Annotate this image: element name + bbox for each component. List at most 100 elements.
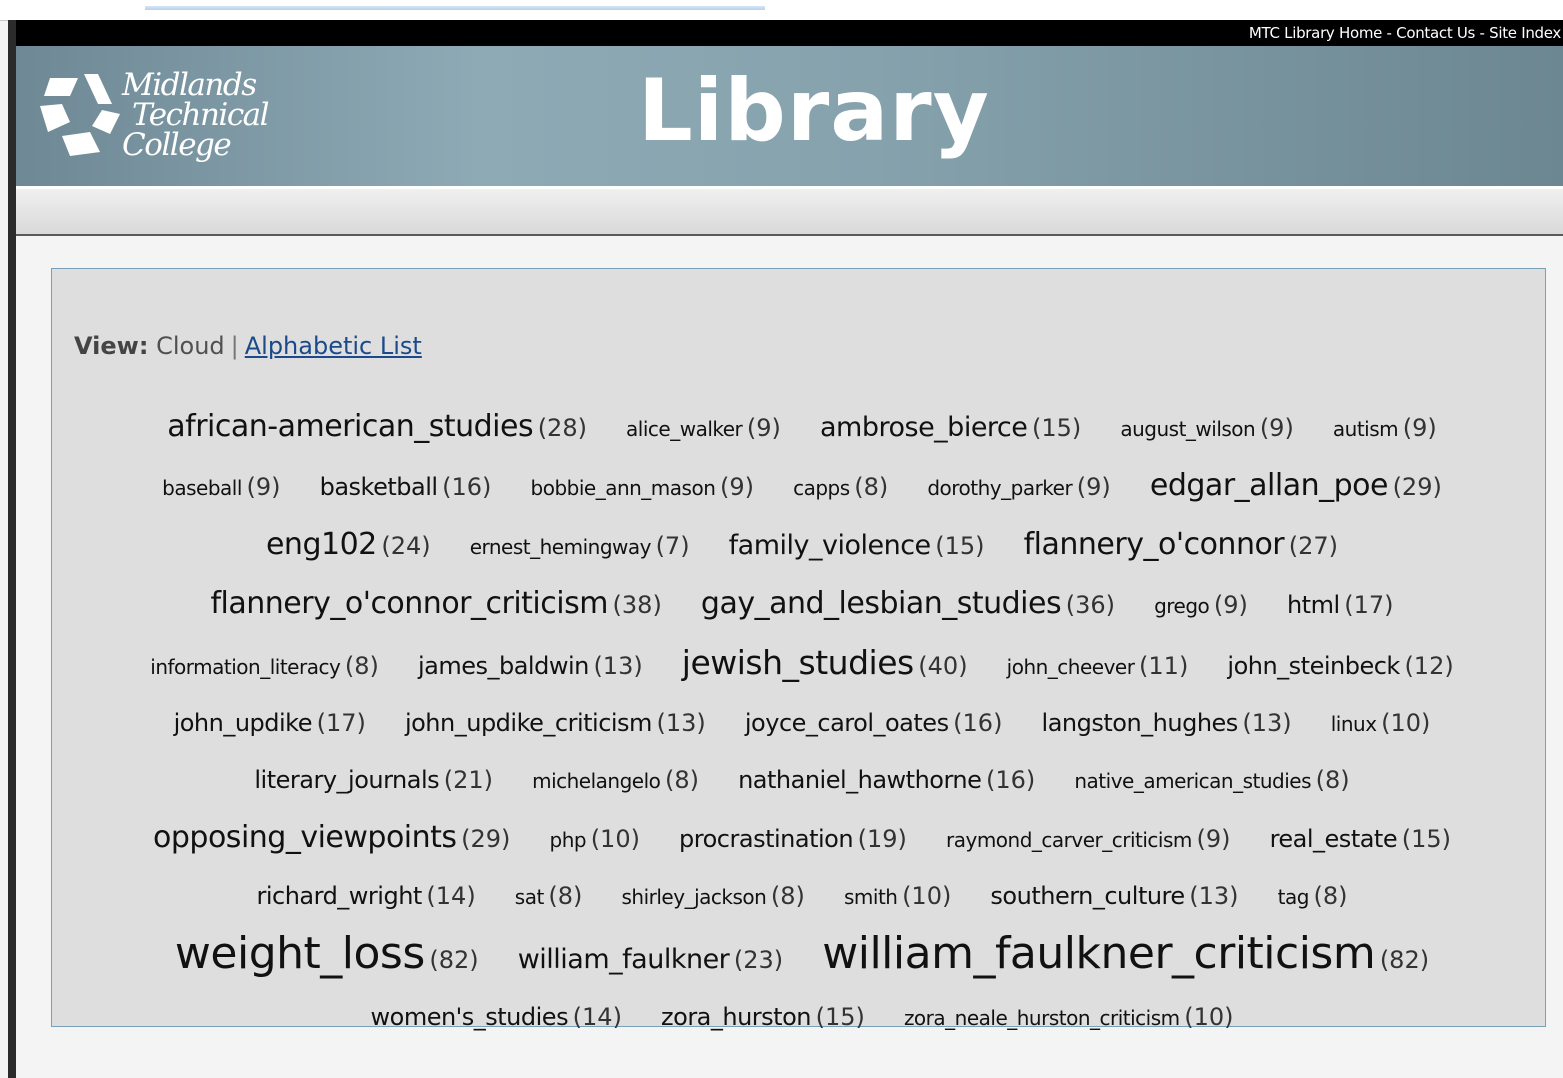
tag-name-link[interactable]: alice_walker — [626, 417, 743, 441]
college-logo-text[interactable]: Midlands Technical College — [122, 70, 270, 161]
tag-name-link[interactable]: nathaniel_hawthorne — [738, 766, 982, 794]
tag-cloud-item[interactable]: procrastination (19) — [679, 812, 907, 869]
tag-name-link[interactable]: august_wilson — [1120, 417, 1255, 441]
tag-cloud-item[interactable]: ambrose_bierce (15) — [820, 400, 1081, 458]
tag-name-link[interactable]: william_faulkner — [518, 944, 730, 975]
tag-cloud-item[interactable]: real_estate (15) — [1270, 812, 1451, 869]
tag-cloud-item[interactable]: information_literacy (8) — [150, 639, 379, 696]
tag-name-link[interactable]: php — [550, 828, 587, 852]
tag-name-link[interactable]: dorothy_parker — [927, 476, 1072, 500]
tag-name-link[interactable]: richard_wright — [256, 882, 422, 910]
tag-cloud-item[interactable]: linux (10) — [1331, 696, 1431, 753]
tag-cloud-item[interactable]: william_faulkner_criticism (82) — [822, 926, 1429, 990]
tag-cloud-item[interactable]: alice_walker (9) — [626, 401, 781, 458]
tag-name-link[interactable]: african-american_studies — [167, 409, 533, 444]
tag-cloud-item[interactable]: smith (10) — [844, 869, 951, 926]
tag-cloud-item[interactable]: john_steinbeck (12) — [1227, 639, 1453, 696]
tag-cloud-item[interactable]: jewish_studies (40) — [682, 635, 968, 696]
tag-cloud-item[interactable]: literary_journals (21) — [254, 753, 493, 810]
tag-name-link[interactable]: joyce_carol_oates — [745, 709, 949, 737]
tag-name-link[interactable]: james_baldwin — [418, 652, 589, 680]
tag-name-link[interactable]: southern_culture — [990, 882, 1185, 910]
tag-name-link[interactable]: john_steinbeck — [1227, 652, 1400, 680]
tag-cloud-item[interactable]: sat (8) — [515, 869, 583, 926]
tag-name-link[interactable]: family_violence — [729, 530, 932, 561]
tag-cloud-item[interactable]: grego (9) — [1154, 578, 1248, 635]
tag-cloud-item[interactable]: nathaniel_hawthorne (16) — [738, 753, 1035, 810]
tag-cloud-item[interactable]: zora_hurston (15) — [661, 990, 865, 1047]
tag-cloud-item[interactable]: michelangelo (8) — [532, 753, 699, 810]
active-tab-hint[interactable] — [145, 6, 765, 10]
tag-cloud-item[interactable]: shirley_jackson (8) — [622, 869, 805, 926]
tag-cloud-item[interactable]: dorothy_parker (9) — [927, 460, 1110, 517]
tag-cloud-item[interactable]: weight_loss (82) — [175, 926, 479, 990]
tag-name-link[interactable]: ernest_hemingway — [470, 535, 652, 559]
tag-cloud-item[interactable]: native_american_studies (8) — [1074, 753, 1349, 810]
tag-cloud-item[interactable]: john_updike_criticism (13) — [405, 696, 706, 753]
tag-cloud-item[interactable]: richard_wright (14) — [256, 869, 475, 926]
tag-cloud-item[interactable]: basketball (16) — [320, 460, 492, 517]
tag-name-link[interactable]: women's_studies — [371, 1003, 569, 1031]
tag-cloud-item[interactable]: langston_hughes (13) — [1042, 696, 1292, 753]
tag-cloud-item[interactable]: gay_and_lesbian_studies (36) — [701, 576, 1115, 635]
tag-name-link[interactable]: bobbie_ann_mason — [531, 476, 716, 500]
tag-name-link[interactable]: john_updike_criticism — [405, 709, 652, 737]
tag-cloud-item[interactable]: ernest_hemingway (7) — [470, 519, 690, 576]
tag-cloud-item[interactable]: flannery_o'connor_criticism (38) — [210, 576, 661, 635]
tag-name-link[interactable]: zora_neale_hurston_criticism — [904, 1006, 1180, 1030]
tag-cloud-item[interactable]: bobbie_ann_mason (9) — [531, 460, 754, 517]
tag-name-link[interactable]: langston_hughes — [1042, 709, 1239, 737]
tag-name-link[interactable]: william_faulkner_criticism — [822, 928, 1375, 979]
tag-cloud-item[interactable]: opposing_viewpoints (29) — [153, 810, 510, 869]
tag-cloud-item[interactable]: tag (8) — [1278, 869, 1348, 926]
tag-cloud-item[interactable]: raymond_carver_criticism (9) — [946, 812, 1230, 869]
tag-cloud-item[interactable]: zora_neale_hurston_criticism (10) — [904, 990, 1234, 1047]
tag-name-link[interactable]: grego — [1154, 594, 1210, 618]
tag-cloud-item[interactable]: edgar_allan_poe (29) — [1150, 458, 1442, 517]
tag-name-link[interactable]: sat — [515, 885, 545, 909]
college-logo-icon[interactable] — [40, 74, 124, 156]
contact-us-link[interactable]: Contact Us — [1396, 24, 1475, 42]
tag-name-link[interactable]: raymond_carver_criticism — [946, 828, 1192, 852]
site-index-link[interactable]: Site Index — [1489, 24, 1561, 42]
tag-cloud-item[interactable]: african-american_studies (28) — [167, 399, 587, 458]
library-home-link[interactable]: MTC Library Home — [1249, 24, 1382, 42]
tag-cloud-item[interactable]: flannery_o'connor (27) — [1024, 517, 1338, 576]
alphabetic-list-link[interactable]: Alphabetic List — [245, 332, 422, 360]
tag-cloud-item[interactable]: james_baldwin (13) — [418, 639, 643, 696]
tag-name-link[interactable]: autism — [1333, 417, 1399, 441]
tag-cloud-item[interactable]: william_faulkner (23) — [518, 932, 783, 990]
tag-name-link[interactable]: flannery_o'connor_criticism — [210, 586, 608, 621]
tag-name-link[interactable]: native_american_studies — [1074, 769, 1311, 793]
tag-cloud-item[interactable]: women's_studies (14) — [371, 990, 622, 1047]
tag-name-link[interactable]: shirley_jackson — [622, 885, 767, 909]
tag-name-link[interactable]: linux — [1331, 712, 1377, 736]
tag-name-link[interactable]: capps — [793, 476, 850, 500]
tag-cloud-item[interactable]: php (10) — [550, 812, 640, 869]
tag-cloud-item[interactable]: eng102 (24) — [266, 517, 431, 576]
tag-cloud-item[interactable]: john_updike (17) — [174, 696, 366, 753]
tag-cloud-item[interactable]: capps (8) — [793, 460, 888, 517]
tag-name-link[interactable]: ambrose_bierce — [820, 412, 1028, 443]
tag-name-link[interactable]: opposing_viewpoints — [153, 820, 457, 855]
tag-name-link[interactable]: john_cheever — [1007, 655, 1135, 679]
tag-name-link[interactable]: basketball — [320, 473, 438, 501]
tag-cloud-item[interactable]: august_wilson (9) — [1120, 401, 1293, 458]
tag-name-link[interactable]: weight_loss — [175, 928, 425, 979]
tag-name-link[interactable]: edgar_allan_poe — [1150, 468, 1389, 503]
tag-name-link[interactable]: zora_hurston — [661, 1003, 811, 1031]
tag-name-link[interactable]: michelangelo — [532, 769, 661, 793]
tag-cloud-item[interactable]: html (17) — [1287, 578, 1394, 635]
tag-cloud-item[interactable]: family_violence (15) — [729, 518, 985, 576]
tag-name-link[interactable]: gay_and_lesbian_studies — [701, 586, 1062, 621]
tag-name-link[interactable]: smith — [844, 885, 898, 909]
tag-name-link[interactable]: information_literacy — [150, 655, 341, 679]
tag-cloud-item[interactable]: southern_culture (13) — [990, 869, 1238, 926]
tag-name-link[interactable]: john_updike — [174, 709, 313, 737]
tag-name-link[interactable]: baseball — [162, 476, 242, 500]
tag-cloud-item[interactable]: joyce_carol_oates (16) — [745, 696, 1003, 753]
tag-name-link[interactable]: literary_journals — [254, 766, 439, 794]
tag-cloud-item[interactable]: baseball (9) — [162, 460, 280, 517]
tag-name-link[interactable]: real_estate — [1270, 825, 1398, 853]
tag-name-link[interactable]: tag — [1278, 885, 1310, 909]
